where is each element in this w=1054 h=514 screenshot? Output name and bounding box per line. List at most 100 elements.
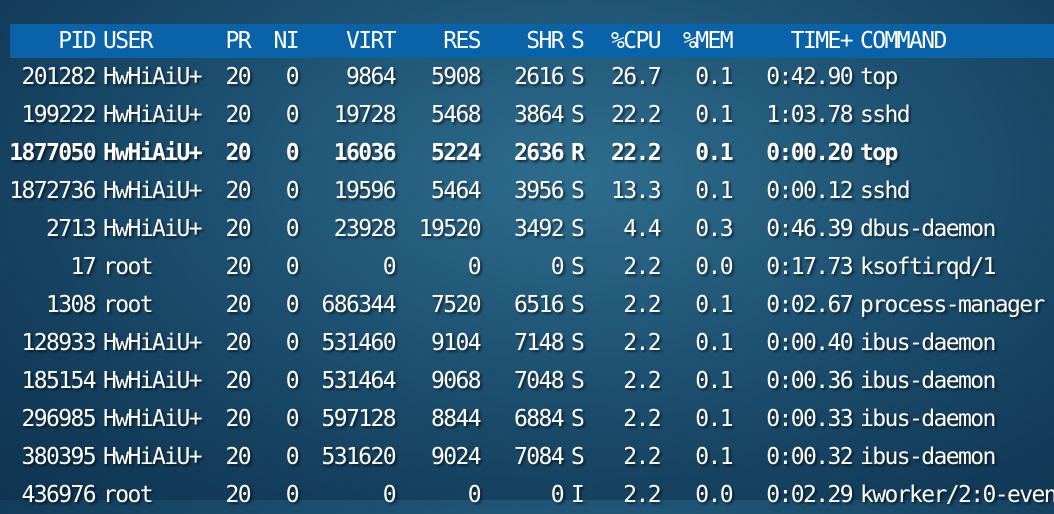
process-cpu: 2.2 bbox=[623, 254, 661, 280]
process-command: sshd bbox=[860, 102, 911, 128]
process-nice: 0 bbox=[285, 254, 300, 280]
column-header-pr[interactable]: PR bbox=[210, 22, 252, 60]
column-header-res[interactable]: RES bbox=[400, 22, 481, 60]
process-time: 0:46.39 bbox=[766, 216, 853, 242]
process-priority: 20 bbox=[225, 330, 252, 356]
process-time: 0:42.90 bbox=[766, 64, 853, 90]
process-pid: 380395 bbox=[21, 444, 97, 470]
process-pid: 1877050 bbox=[9, 140, 96, 166]
process-cpu: 2.2 bbox=[623, 330, 661, 356]
process-command: process-manager bbox=[860, 292, 1045, 318]
process-shr: 6884 bbox=[514, 406, 565, 432]
table-row[interactable]: 1308 root 20 0 686344 7520 6516 S 2.2 0.1 0:02.67 p… bbox=[0, 286, 1054, 324]
process-res: 8844 bbox=[431, 406, 482, 432]
process-mem: 0.0 bbox=[695, 254, 733, 280]
process-virt: 0 bbox=[382, 254, 397, 280]
process-priority: 20 bbox=[225, 406, 252, 432]
process-time: 0:02.67 bbox=[766, 292, 853, 318]
process-priority: 20 bbox=[225, 254, 252, 280]
column-header-time[interactable]: TIME+ bbox=[740, 22, 854, 60]
table-row[interactable]: 185154 HwHiAiU+ 20 0 531464 9068 7048 S 2.2 0.1 0:… bbox=[0, 362, 1054, 400]
process-time: 0:00.20 bbox=[766, 140, 853, 166]
process-nice: 0 bbox=[285, 330, 300, 356]
process-state: I bbox=[571, 482, 585, 508]
process-command: ibus-daemon bbox=[860, 406, 996, 432]
process-pid: 1308 bbox=[46, 292, 97, 318]
process-res: 5464 bbox=[431, 178, 482, 204]
table-row[interactable]: 1877050 HwHiAiU+ 20 0 16036 5224 2636 R 22.2 0.1 0… bbox=[0, 134, 1054, 172]
column-header-command[interactable]: COMMAND bbox=[860, 22, 1054, 60]
column-header-ni[interactable]: NI bbox=[260, 22, 300, 60]
process-command: top bbox=[860, 140, 898, 166]
process-state: S bbox=[571, 330, 585, 356]
process-virt: 16036 bbox=[333, 140, 397, 166]
process-res: 9068 bbox=[431, 368, 482, 394]
process-mem: 0.1 bbox=[695, 368, 733, 394]
column-header-virt[interactable]: VIRT bbox=[305, 22, 397, 60]
process-shr: 7084 bbox=[514, 444, 565, 470]
process-pid: 2713 bbox=[46, 216, 97, 242]
process-priority: 20 bbox=[225, 216, 252, 242]
process-time: 0:00.40 bbox=[766, 330, 853, 356]
table-row[interactable]: 201282 HwHiAiU+ 20 0 9864 5908 2616 S 26.7 0.1 0:4… bbox=[0, 58, 1054, 96]
process-priority: 20 bbox=[225, 140, 252, 166]
process-cpu: 13.3 bbox=[611, 178, 662, 204]
process-user: root bbox=[103, 292, 154, 318]
process-cpu: 2.2 bbox=[623, 292, 661, 318]
column-header-state[interactable]: S bbox=[571, 22, 591, 60]
process-user: HwHiAiU+ bbox=[103, 368, 203, 394]
column-header-pid[interactable]: PID bbox=[0, 22, 96, 60]
process-nice: 0 bbox=[285, 178, 300, 204]
process-user: HwHiAiU+ bbox=[103, 444, 203, 470]
process-user: HwHiAiU+ bbox=[103, 330, 203, 356]
table-row[interactable]: 380395 HwHiAiU+ 20 0 531620 9024 7084 S 2.2 0.1 0:… bbox=[0, 438, 1054, 476]
process-shr: 3492 bbox=[514, 216, 565, 242]
process-cpu: 22.2 bbox=[611, 102, 662, 128]
table-row[interactable]: 199222 HwHiAiU+ 20 0 19728 5468 3864 S 22.2 0.1 1:… bbox=[0, 96, 1054, 134]
process-state: S bbox=[571, 406, 585, 432]
process-virt: 531464 bbox=[321, 368, 397, 394]
process-state: S bbox=[571, 254, 585, 280]
column-header-mem[interactable]: %MEM bbox=[665, 22, 734, 60]
process-res: 5908 bbox=[431, 64, 482, 90]
column-header-user[interactable]: USER bbox=[103, 22, 213, 60]
process-virt: 9864 bbox=[346, 64, 397, 90]
process-mem: 0.0 bbox=[695, 482, 733, 508]
process-mem: 0.1 bbox=[695, 444, 733, 470]
process-cpu: 2.2 bbox=[623, 482, 661, 508]
process-res: 9024 bbox=[431, 444, 482, 470]
table-row[interactable]: 2713 HwHiAiU+ 20 0 23928 19520 3492 S 4.4 0.3 0:46… bbox=[0, 210, 1054, 248]
process-state: S bbox=[571, 292, 585, 318]
process-state: S bbox=[571, 444, 585, 470]
process-time: 0:17.73 bbox=[766, 254, 853, 280]
process-cpu: 22.2 bbox=[611, 140, 662, 166]
process-priority: 20 bbox=[225, 178, 252, 204]
table-row[interactable]: 296985 HwHiAiU+ 20 0 597128 8844 6884 S 2.2 0.1 0:… bbox=[0, 400, 1054, 438]
process-state: S bbox=[571, 64, 585, 90]
column-header-shr[interactable]: SHR bbox=[485, 22, 564, 60]
process-mem: 0.1 bbox=[695, 330, 733, 356]
process-state: S bbox=[571, 178, 585, 204]
process-user: root bbox=[103, 482, 154, 508]
process-virt: 19596 bbox=[333, 178, 397, 204]
process-mem: 0.1 bbox=[695, 64, 733, 90]
process-shr: 0 bbox=[550, 254, 565, 280]
process-pid: 1872736 bbox=[9, 178, 96, 204]
process-res: 5224 bbox=[431, 140, 482, 166]
table-row[interactable]: 436976 root 20 0 0 0 0 I 2.2 0.0 0:02.29 kworker/2:… bbox=[0, 476, 1054, 514]
process-user: HwHiAiU+ bbox=[103, 178, 203, 204]
process-command: kworker/2:0-even bbox=[860, 482, 1054, 508]
column-header-cpu[interactable]: %CPU bbox=[595, 22, 662, 60]
process-command: ibus-daemon bbox=[860, 330, 996, 356]
table-row[interactable]: 17 root 20 0 0 0 0 S 2.2 0.0 0:17.73 ksoftirqd/1 bbox=[0, 248, 1054, 286]
process-res: 19520 bbox=[418, 216, 482, 242]
process-user: HwHiAiU+ bbox=[103, 406, 203, 432]
process-nice: 0 bbox=[285, 368, 300, 394]
process-pid: 436976 bbox=[21, 482, 97, 508]
table-row[interactable]: 128933 HwHiAiU+ 20 0 531460 9104 7148 S 2.2 0.1 0:… bbox=[0, 324, 1054, 362]
table-row[interactable]: 1872736 HwHiAiU+ 20 0 19596 5464 3956 S 13.3 0.1 0… bbox=[0, 172, 1054, 210]
process-command: top bbox=[860, 64, 898, 90]
process-virt: 23928 bbox=[333, 216, 397, 242]
process-nice: 0 bbox=[285, 292, 300, 318]
process-nice: 0 bbox=[285, 482, 300, 508]
